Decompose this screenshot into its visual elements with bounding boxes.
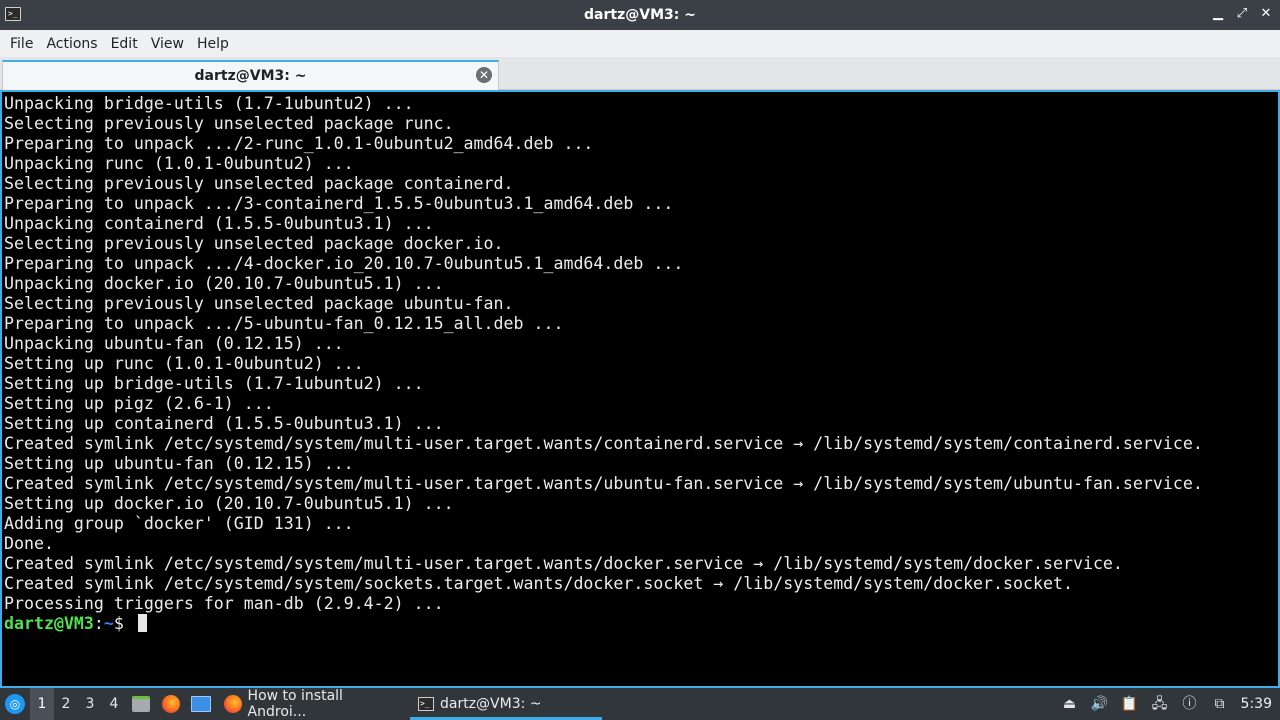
clock[interactable]: 5:39	[1241, 696, 1272, 712]
taskbar: ◎ 1 2 3 4 How to install Androi... >_ da…	[0, 688, 1280, 720]
screenshot-icon[interactable]: ⧉	[1211, 695, 1229, 713]
application-launcher-button[interactable]: ◎	[0, 688, 30, 720]
quicklaunch-files[interactable]	[126, 688, 156, 720]
task-terminal[interactable]: >_ dartz@VM3: ~	[410, 688, 602, 720]
terminal-line: Created symlink /etc/systemd/system/mult…	[4, 554, 1123, 573]
menubar: File Actions Edit View Help	[0, 30, 1280, 57]
menu-edit[interactable]: Edit	[105, 36, 144, 52]
window-titlebar[interactable]: >_ dartz@VM3: ~ ▁ ⤢ ✕	[0, 0, 1280, 30]
prompt-user-host: dartz@VM3	[4, 614, 94, 633]
window-title: dartz@VM3: ~	[584, 7, 696, 23]
minimize-button[interactable]: ▁	[1212, 6, 1224, 22]
menu-actions[interactable]: Actions	[40, 36, 103, 52]
tab-terminal[interactable]: dartz@VM3: ~ ✕	[2, 60, 499, 90]
terminal-line: Created symlink /etc/systemd/system/sock…	[4, 574, 1073, 593]
terminal-line: Setting up ubuntu-fan (0.12.15) ...	[4, 454, 354, 473]
task-firefox[interactable]: How to install Androi...	[216, 688, 410, 720]
terminal-line: Selecting previously unselected package …	[4, 114, 454, 133]
show-desktop-icon	[191, 696, 211, 712]
window-controls: ▁ ⤢ ✕	[1212, 6, 1272, 22]
terminal-line: Setting up pigz (2.6-1) ...	[4, 394, 274, 413]
terminal-line: Setting up runc (1.0.1-0ubuntu2) ...	[4, 354, 364, 373]
terminal-line: Preparing to unpack .../5-ubuntu-fan_0.1…	[4, 314, 564, 333]
menu-help[interactable]: Help	[191, 36, 235, 52]
update-notifier-icon[interactable]: ⓘ	[1181, 695, 1199, 713]
lubuntu-logo-icon: ◎	[5, 694, 25, 714]
terminal-line: Unpacking bridge-utils (1.7-1ubuntu2) ..…	[4, 94, 414, 113]
terminal-line: Setting up containerd (1.5.5-0ubuntu3.1)…	[4, 414, 444, 433]
file-manager-icon	[132, 696, 150, 712]
terminal-line: Unpacking docker.io (20.10.7-0ubuntu5.1)…	[4, 274, 444, 293]
terminal-output[interactable]: Unpacking bridge-utils (1.7-1ubuntu2) ..…	[0, 90, 1280, 688]
tab-close-icon[interactable]: ✕	[476, 67, 492, 83]
terminal-line: Unpacking runc (1.0.1-0ubuntu2) ...	[4, 154, 354, 173]
menu-file[interactable]: File	[4, 36, 39, 52]
terminal-icon: >_	[418, 697, 434, 711]
prompt-path: ~	[103, 614, 114, 633]
system-tray: ⏏ 🔊 📋 🖧 ⓘ ⧉ 5:39	[1061, 688, 1272, 720]
terminal-line: Preparing to unpack .../3-containerd_1.5…	[4, 194, 674, 213]
menu-view[interactable]: View	[145, 36, 190, 52]
terminal-line: Preparing to unpack .../4-docker.io_20.1…	[4, 254, 684, 273]
firefox-icon	[162, 695, 180, 713]
tab-bar: dartz@VM3: ~ ✕	[0, 57, 1280, 90]
terminal-line: Selecting previously unselected package …	[4, 174, 514, 193]
volume-icon[interactable]: 🔊	[1091, 695, 1109, 713]
terminal-line: Created symlink /etc/systemd/system/mult…	[4, 474, 1203, 493]
quicklaunch-show-desktop[interactable]	[186, 688, 216, 720]
desktop-switch-2[interactable]: 2	[54, 688, 78, 720]
terminal-line: Adding group `docker' (GID 131) ...	[4, 514, 354, 533]
terminal-line: Setting up bridge-utils (1.7-1ubuntu2) .…	[4, 374, 424, 393]
desktop-switch-3[interactable]: 3	[78, 688, 102, 720]
prompt-separator: :	[93, 614, 104, 633]
firefox-icon	[224, 695, 242, 713]
text-cursor	[137, 614, 147, 632]
terminal-line: Preparing to unpack .../2-runc_1.0.1-0ub…	[4, 134, 594, 153]
terminal-line: Created symlink /etc/systemd/system/mult…	[4, 434, 1203, 453]
terminal-line: Selecting previously unselected package …	[4, 294, 514, 313]
eject-icon[interactable]: ⏏	[1061, 695, 1079, 713]
prompt-symbol: $	[113, 614, 134, 633]
desktop-switch-4[interactable]: 4	[102, 688, 126, 720]
quicklaunch-firefox[interactable]	[156, 688, 186, 720]
terminal-line: Selecting previously unselected package …	[4, 234, 504, 253]
clipboard-icon[interactable]: 📋	[1121, 695, 1139, 713]
task-label: dartz@VM3: ~	[440, 696, 542, 712]
terminal-line: Processing triggers for man-db (2.9.4-2)…	[4, 594, 444, 613]
terminal-app-icon[interactable]: >_	[5, 7, 21, 21]
terminal-line: Unpacking containerd (1.5.5-0ubuntu3.1) …	[4, 214, 434, 233]
close-button[interactable]: ✕	[1260, 6, 1272, 22]
desktop-switch-1[interactable]: 1	[30, 688, 54, 720]
terminal-line: Setting up docker.io (20.10.7-0ubuntu5.1…	[4, 494, 454, 513]
terminal-prompt-line: dartz@VM3:~$	[4, 614, 1278, 634]
maximize-button[interactable]: ⤢	[1236, 6, 1248, 22]
terminal-line: Unpacking ubuntu-fan (0.12.15) ...	[4, 334, 344, 353]
task-label: How to install Androi...	[247, 688, 343, 720]
tab-label: dartz@VM3: ~	[194, 68, 307, 84]
network-icon[interactable]: 🖧	[1151, 695, 1169, 713]
terminal-lines: Unpacking bridge-utils (1.7-1ubuntu2) ..…	[4, 94, 1278, 614]
terminal-line: Done.	[4, 534, 54, 553]
